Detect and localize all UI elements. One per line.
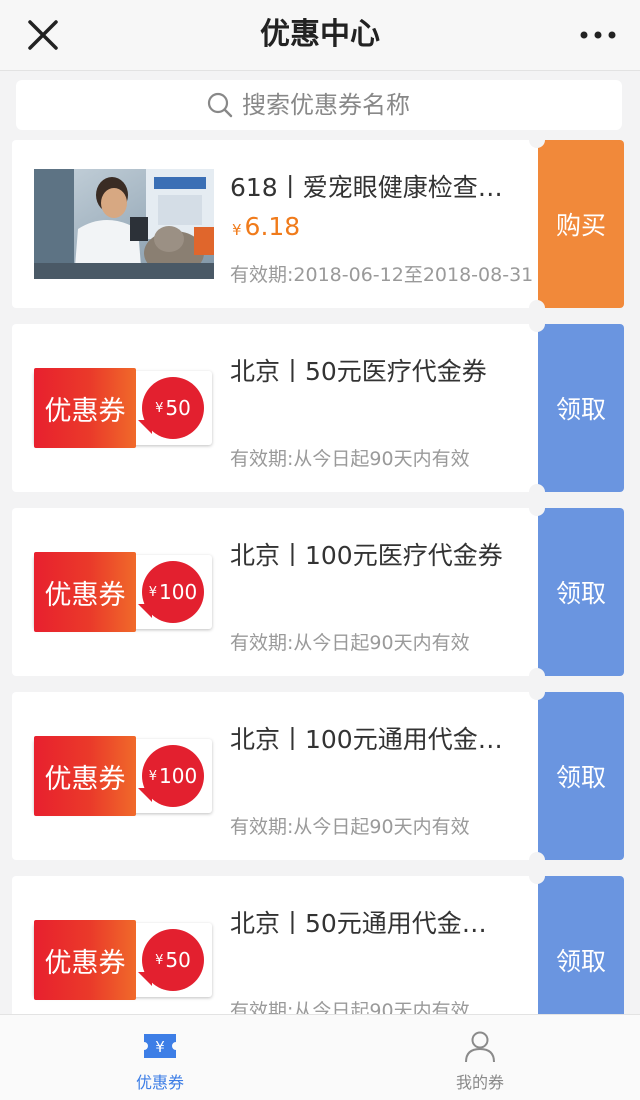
validity-text: 有效期:从今日起90天内有效: [230, 448, 470, 470]
user-icon: [465, 1031, 495, 1063]
coupon-badge: 优惠券 ¥100: [34, 552, 214, 632]
claim-button[interactable]: 领取: [538, 508, 624, 676]
amount-bubble: ¥100: [142, 745, 204, 807]
page-title: 优惠中心: [260, 17, 380, 52]
list-item: 618丨爱宠眼健康检查… ¥6.18 有效期:2018-06-12至2018-0…: [12, 140, 624, 308]
validity-text: 有效期:从今日起90天内有效: [230, 816, 470, 838]
item-title: 北京丨50元医疗代金券: [230, 357, 487, 386]
badge-amount: 50: [165, 396, 191, 420]
price-value: 6.18: [244, 212, 301, 241]
coupon-icon: ¥: [144, 1034, 176, 1058]
list-item: 优惠券 ¥100 北京丨100元通用代金… 有效期:从今日起90天内有效 领取: [12, 692, 624, 860]
item-price: ¥6.18: [232, 212, 300, 241]
list-item: 优惠券 ¥50 北京丨50元医疗代金券 有效期:从今日起90天内有效 领取: [12, 324, 624, 492]
badge-amount: 100: [159, 580, 198, 604]
tab-coupons[interactable]: ¥ 优惠券: [0, 1015, 320, 1100]
product-thumbnail-image: [34, 169, 214, 279]
currency-symbol: ¥: [155, 400, 164, 416]
validity-text: 有效期:2018-06-12至2018-08-31: [230, 264, 534, 286]
coupon-list: 618丨爱宠眼健康检查… ¥6.18 有效期:2018-06-12至2018-0…: [0, 136, 640, 1014]
item-title: 北京丨100元通用代金…: [230, 725, 503, 754]
badge-amount: 100: [159, 764, 198, 788]
currency-symbol: ¥: [155, 952, 164, 968]
amount-bubble: ¥50: [142, 377, 204, 439]
coupon-tag: 优惠券: [34, 368, 136, 448]
tab-label: 我的券: [455, 1073, 504, 1092]
item-title: 北京丨50元通用代金…: [230, 909, 487, 938]
more-dots-icon[interactable]: [578, 22, 618, 48]
tab-label: 优惠券: [135, 1073, 184, 1092]
list-item: 优惠券 ¥100 北京丨100元医疗代金券 有效期:从今日起90天内有效 领取: [12, 508, 624, 676]
coupon-tag: 优惠券: [34, 552, 136, 632]
item-title: 北京丨100元医疗代金券: [230, 541, 503, 570]
search-input[interactable]: [242, 91, 432, 119]
currency-symbol: ¥: [232, 221, 242, 239]
buy-button[interactable]: 购买: [538, 140, 624, 308]
nav-header: 优惠中心: [0, 0, 640, 71]
amount-bubble: ¥100: [142, 561, 204, 623]
coupon-icon-glyph: ¥: [155, 1038, 165, 1056]
validity-text: 有效期:从今日起90天内有效: [230, 632, 470, 654]
badge-amount: 50: [165, 948, 191, 972]
claim-button[interactable]: 领取: [538, 692, 624, 860]
tab-bar: ¥ 优惠券 我的券: [0, 1014, 640, 1100]
coupon-badge: 优惠券 ¥100: [34, 736, 214, 816]
validity-text: 有效期:从今日起90天内有效: [230, 1000, 470, 1014]
amount-bubble: ¥50: [142, 929, 204, 991]
coupon-tag: 优惠券: [34, 920, 136, 1000]
coupon-badge: 优惠券 ¥50: [34, 920, 214, 1000]
list-item: 优惠券 ¥50 北京丨50元通用代金… 有效期:从今日起90天内有效 领取: [12, 876, 624, 1014]
currency-symbol: ¥: [148, 584, 158, 600]
claim-button[interactable]: 领取: [538, 324, 624, 492]
search-bar[interactable]: [16, 80, 622, 130]
item-title: 618丨爱宠眼健康检查…: [230, 173, 503, 202]
currency-symbol: ¥: [148, 768, 158, 784]
coupon-tag: 优惠券: [34, 736, 136, 816]
claim-button[interactable]: 领取: [538, 876, 624, 1014]
search-icon: [207, 92, 233, 118]
tab-my-coupons[interactable]: 我的券: [320, 1015, 640, 1100]
coupon-badge: 优惠券 ¥50: [34, 368, 214, 448]
